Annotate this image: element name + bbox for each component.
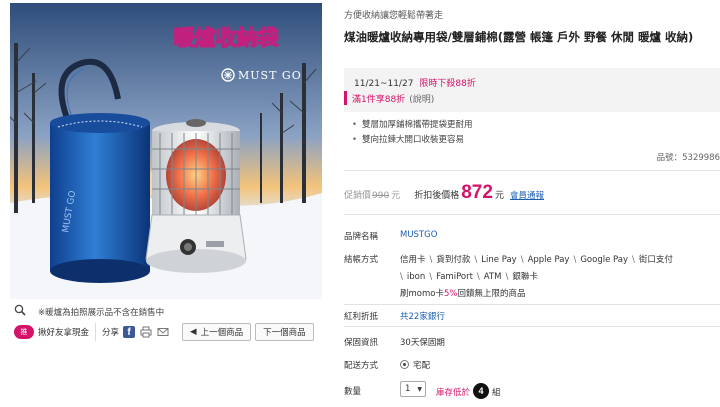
price-row: 促銷價 990 元 折扣後價格 872 元 會員通報	[344, 182, 544, 204]
payment-method: 街口支付	[638, 255, 673, 265]
payment-methods-line1: 信用卡 \ 貨到付款 \ Line Pay \ Apple Pay \ Google Pay \ 街…	[400, 255, 673, 265]
feature-item: 雙向拉鍊大開口收裝更容易	[352, 133, 473, 148]
product-tagline: 方便收納讓您輕鬆帶著走	[344, 11, 444, 21]
delivery-radio[interactable]	[400, 360, 409, 369]
momo-card-text: 刷momo卡	[400, 289, 444, 299]
payment-method: 貨到付款	[436, 255, 471, 265]
next-product-label: 下一個商品	[263, 328, 306, 338]
divider	[344, 304, 720, 305]
share-bar: 推 揪好友拿現金 分享 f ◀ 上一個商品 下一個商品	[14, 323, 314, 341]
divider	[344, 326, 720, 327]
payment-method: ibon	[406, 272, 426, 282]
stock-unit: 組	[492, 388, 501, 398]
payment-method: 信用卡	[400, 255, 426, 265]
warranty-label: 保固資訊	[344, 338, 379, 348]
mail-icon[interactable]	[157, 326, 169, 338]
delivery-label: 配送方式	[344, 361, 379, 371]
next-product-button[interactable]: 下一個商品	[255, 323, 314, 341]
payment-methods-line2: \ ibon \ FamiPort \ ATM \ 銀聯卡	[400, 272, 538, 282]
discount-price: 872	[461, 182, 493, 203]
feature-list: 雙層加厚鋪棉攜帶提袋更耐用 雙向拉鍊大開口收裝更容易	[352, 118, 473, 148]
original-price-label: 促銷價	[344, 191, 372, 201]
original-price: 990	[372, 191, 390, 201]
bundle-explain-link[interactable]: (說明)	[409, 95, 434, 105]
zoom-icon[interactable]	[14, 304, 26, 316]
heater-illustration	[145, 119, 247, 273]
payment-label: 結帳方式	[344, 255, 379, 265]
facebook-icon[interactable]: f	[123, 326, 136, 338]
quantity-select[interactable]: 1 ▼	[400, 381, 426, 397]
payment-method: Line Pay	[481, 255, 517, 265]
feature-item: 雙層加厚鋪棉攜帶提袋更耐用	[352, 118, 473, 133]
product-sku: 品號：5329986	[656, 153, 720, 163]
promo-discount: 限時下殺88折	[419, 79, 476, 89]
stock-text: 庫存低於	[436, 388, 471, 398]
delivery-option[interactable]: 宅配	[400, 359, 430, 371]
payment-method: 銀聯卡	[512, 272, 538, 282]
brand-label: 品牌名稱	[344, 232, 379, 242]
product-image[interactable]: 暖爐收納袋 MUST GO MUST GO	[10, 3, 322, 299]
share-label: 分享	[102, 328, 120, 338]
promo-dates: 11/21~11/27	[354, 79, 414, 89]
discount-price-label: 折扣後價格	[414, 191, 460, 201]
momo-card-text-post: 回饋無上限的商品	[457, 289, 526, 299]
payment-method: Google Pay	[580, 255, 628, 265]
momo-card-promo: 刷momo卡5%回饋無上限的商品	[400, 287, 525, 299]
delivery-option-label: 宅配	[413, 361, 431, 371]
brand-link[interactable]: MUSTGO	[400, 230, 437, 240]
warranty-value: 30天保固期	[400, 338, 445, 348]
bundle-marker	[344, 91, 347, 105]
original-price-unit: 元	[391, 191, 401, 201]
payment-method: Apple Pay	[527, 255, 570, 265]
quantity-value: 1	[405, 384, 411, 394]
product-title: 煤油暖爐收納專用袋/雙層鋪棉(露營 帳篷 戶外 野餐 休閒 暖爐 收納)	[344, 30, 694, 44]
bundle-offer: 滿1件享88折 (說明)	[344, 91, 434, 105]
member-notify-link[interactable]: 會員通報	[510, 189, 544, 201]
discount-price-unit: 元	[494, 191, 504, 201]
referral-badge-icon: 推	[14, 325, 34, 339]
divider	[344, 170, 720, 171]
bonus-label: 紅利折抵	[344, 312, 379, 322]
prev-product-label: 上一個商品	[200, 328, 244, 338]
chevron-left-icon: ◀	[190, 327, 197, 337]
banner-text: 暖爐收納袋	[174, 26, 280, 50]
payment-method: ATM	[483, 272, 502, 282]
referral-text: 揪好友拿現金	[38, 328, 90, 338]
bundle-text: 滿1件享88折	[352, 95, 406, 105]
bonus-banks-link[interactable]: 共22家銀行	[400, 310, 445, 322]
image-disclaimer: ※暖爐為拍照展示品不含在銷售中	[38, 308, 165, 318]
stock-notice: 庫存低於 4 組	[436, 383, 501, 400]
svg-text:MUST GO: MUST GO	[238, 69, 302, 82]
chevron-down-icon: ▼	[417, 386, 422, 393]
promo-box: 11/21~11/27 限時下殺88折 滿1件享88折 (說明)	[344, 68, 720, 112]
quantity-label: 數量	[344, 387, 362, 397]
payment-method: FamiPort	[436, 272, 473, 282]
momo-card-percent: 5%	[443, 289, 458, 299]
prev-product-button[interactable]: ◀ 上一個商品	[182, 323, 252, 341]
referral-promo[interactable]: 推 揪好友拿現金	[14, 323, 97, 341]
promo-period: 11/21~11/27 限時下殺88折	[354, 76, 476, 89]
stock-count-badge: 4	[473, 383, 490, 399]
print-icon[interactable]	[140, 326, 152, 338]
divider	[344, 214, 720, 215]
